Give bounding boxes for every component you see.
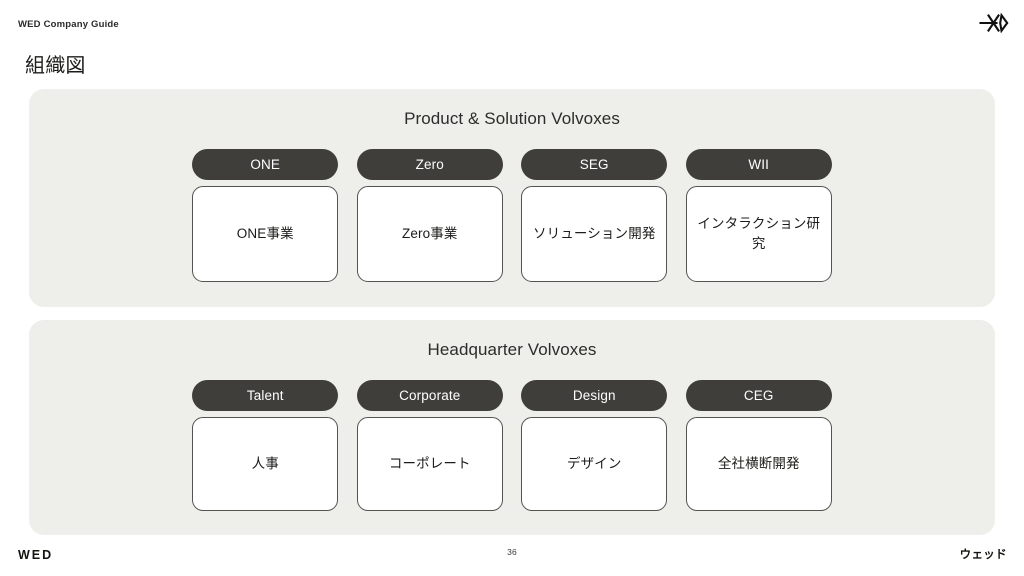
wed-arrow-diamond-logo-icon [979,10,1009,36]
page-number: 36 [507,547,517,557]
section-columns: ONE ONE事業 Zero Zero事業 SEG ソリューション開発 WII … [29,149,995,282]
org-card-ceg[interactable]: 全社横断開発 [685,417,832,511]
org-card-corporate[interactable]: コーポレート [356,417,503,511]
section-title: Product & Solution Volvoxes [404,109,620,128]
org-card-wii[interactable]: インタラクション研究 [685,186,832,282]
org-chip-ceg[interactable]: CEG [685,380,832,411]
org-chip-seg[interactable]: SEG [521,149,668,180]
org-card-one[interactable]: ONE事業 [192,186,339,282]
org-chip-zero[interactable]: Zero [356,149,503,180]
org-column-corporate: Corporate コーポレート [356,380,503,511]
org-column-one: ONE ONE事業 [192,149,339,282]
footer-wordmark-kana: ウェッド [959,549,1007,561]
org-chip-wii[interactable]: WII [685,149,832,180]
top-bar: WED Company Guide [0,0,1024,48]
org-chip-corporate[interactable]: Corporate [356,380,503,411]
org-card-seg[interactable]: ソリューション開発 [521,186,668,282]
section-title: Headquarter Volvoxes [427,340,597,359]
section-columns: Talent 人事 Corporate コーポレート Design デザイン C… [29,380,995,511]
org-card-talent[interactable]: 人事 [192,417,339,511]
section-panel-headquarter: Headquarter Volvoxes Talent 人事 Corporate… [29,320,995,535]
org-chip-design[interactable]: Design [521,380,668,411]
org-column-wii: WII インタラクション研究 [685,149,832,282]
org-chip-one[interactable]: ONE [192,149,339,180]
section-panel-product-solution: Product & Solution Volvoxes ONE ONE事業 Ze… [29,89,995,307]
org-column-talent: Talent 人事 [192,380,339,511]
org-card-design[interactable]: デザイン [521,417,668,511]
org-column-zero: Zero Zero事業 [356,149,503,282]
org-column-seg: SEG ソリューション開発 [521,149,668,282]
org-column-ceg: CEG 全社横断開発 [685,380,832,511]
footer: WED 36 ウェッド [0,536,1024,576]
org-column-design: Design デザイン [521,380,668,511]
brand-eyebrow: WED Company Guide [18,19,119,30]
org-chip-talent[interactable]: Talent [192,380,339,411]
page-title: 組織図 [25,55,86,77]
org-card-zero[interactable]: Zero事業 [356,186,503,282]
